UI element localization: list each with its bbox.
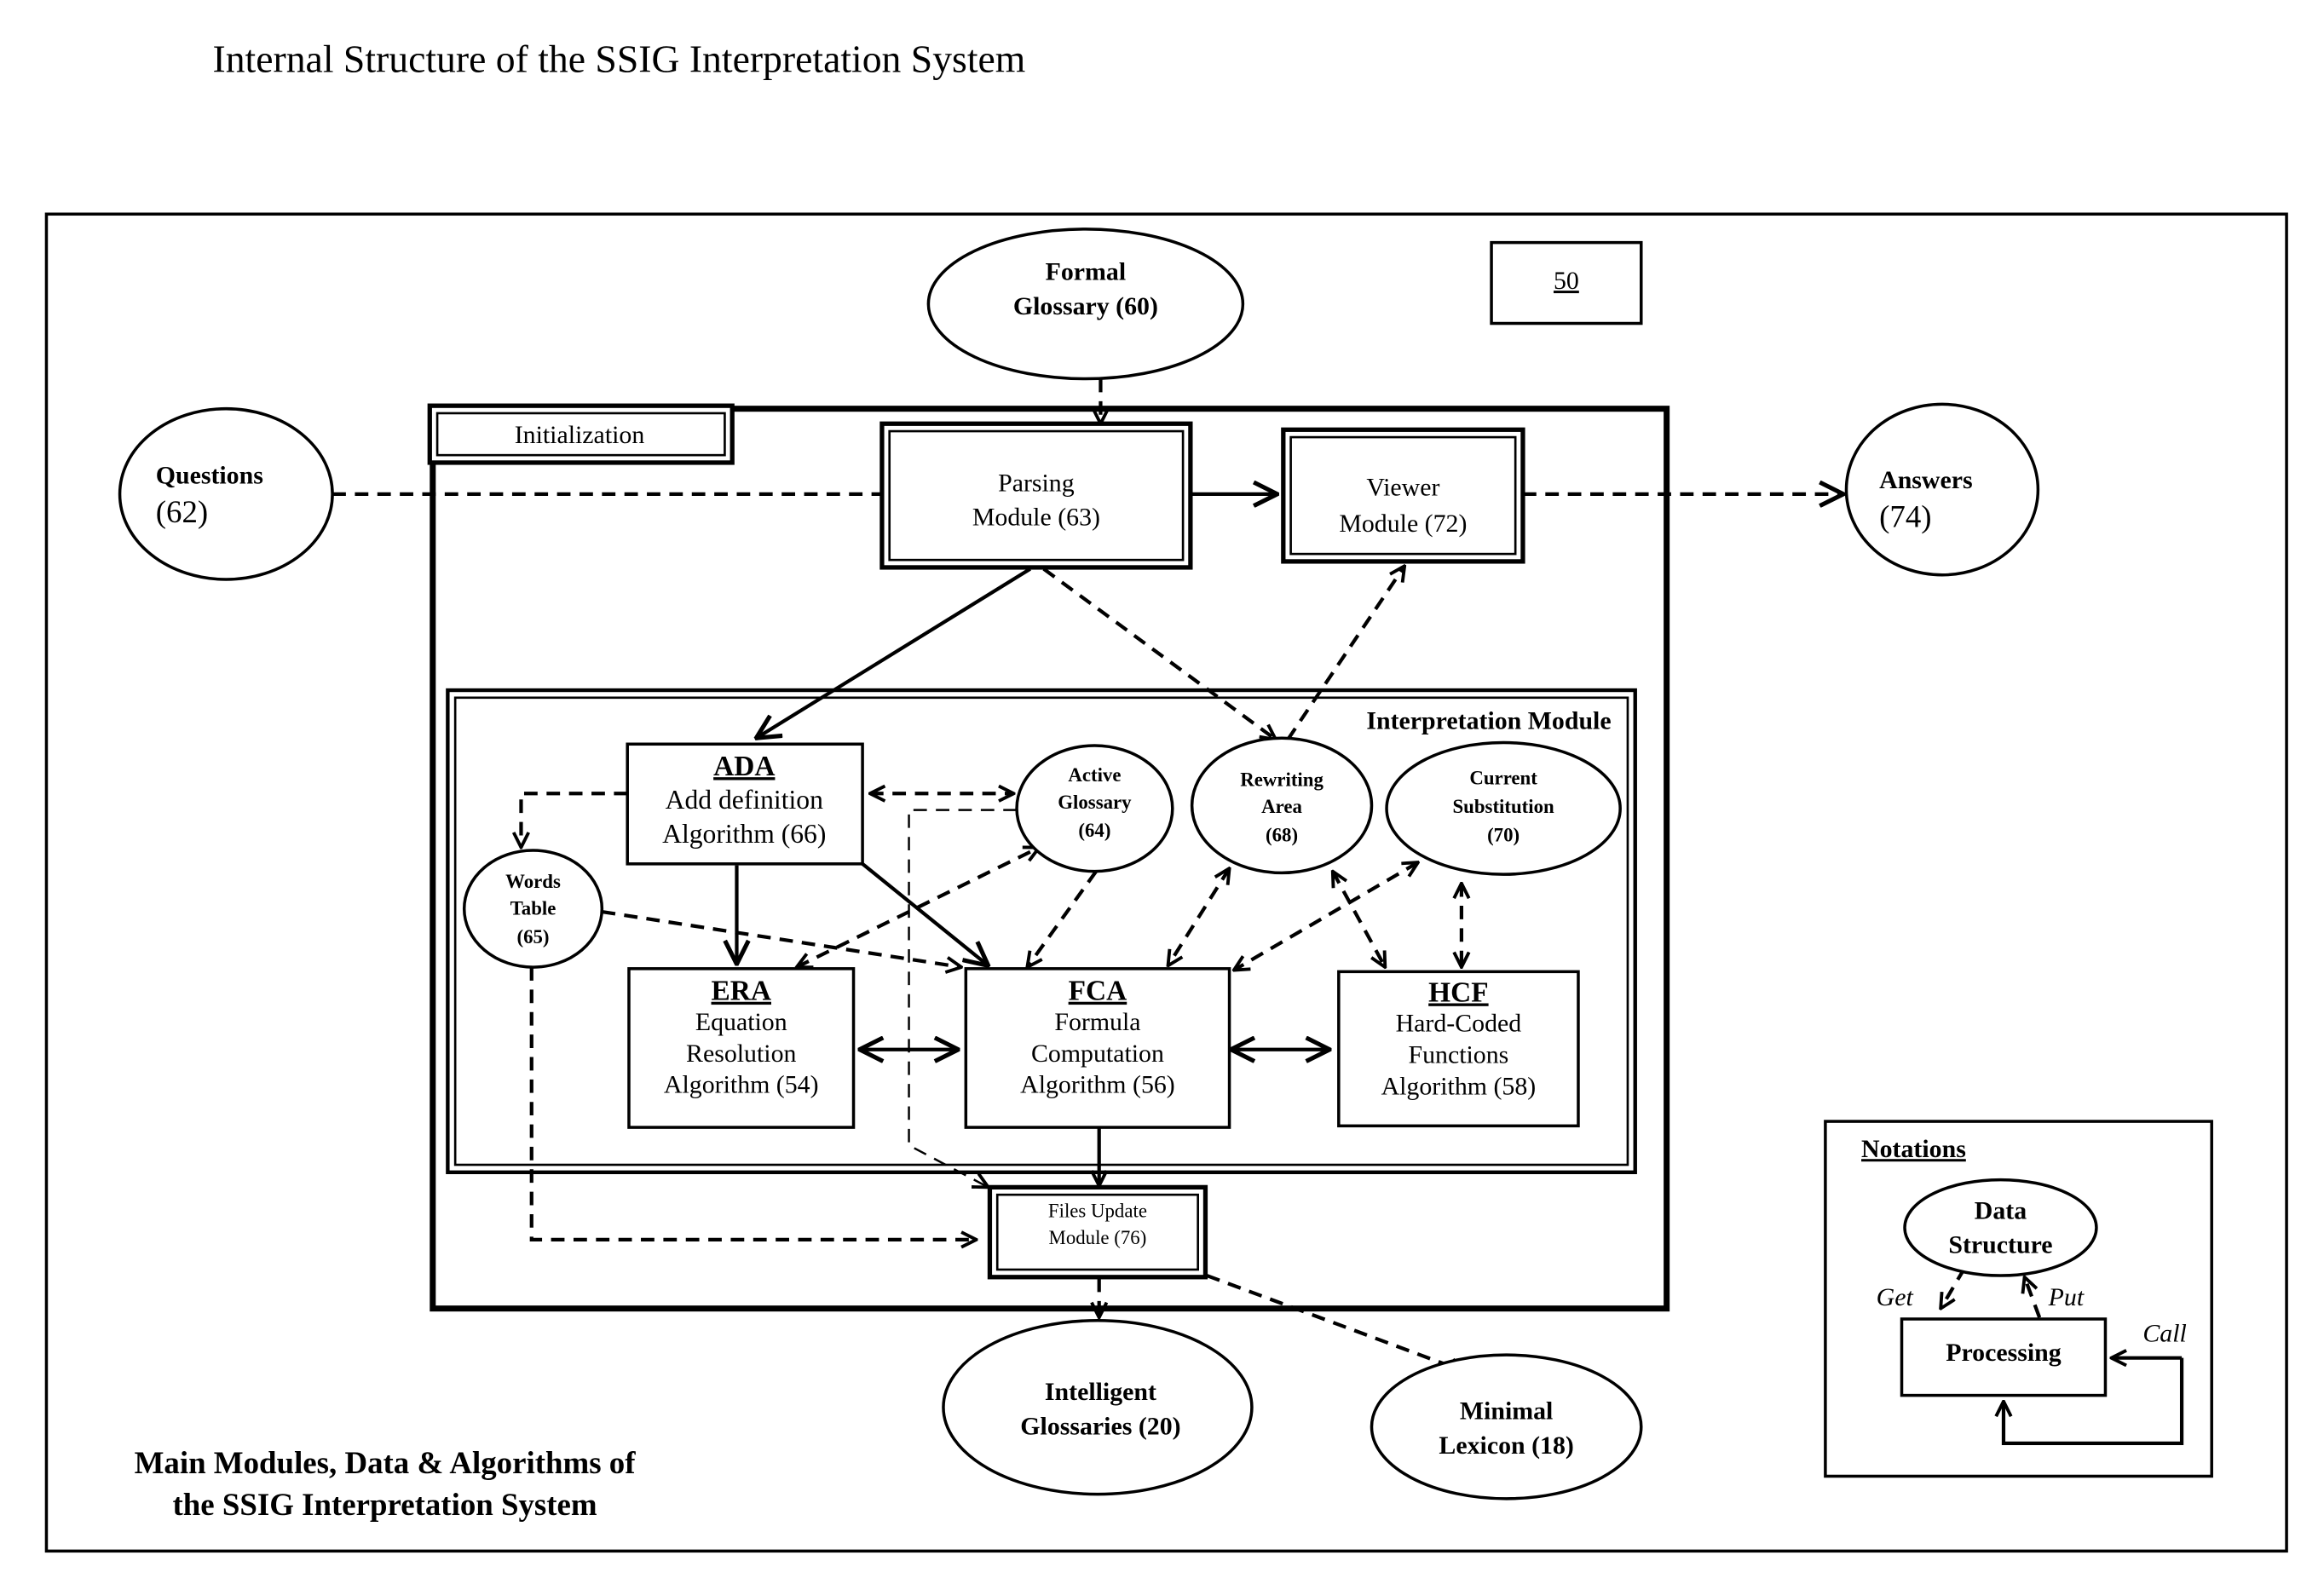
- node-ada[interactable]: ADA Add definition Algorithm (66): [626, 742, 864, 866]
- viewer-label-1: Viewer: [1366, 474, 1439, 502]
- edge-parsing-to-rewriting: [1042, 567, 1276, 740]
- legend-put-arrow: [2025, 1277, 2042, 1318]
- formal-glossary-label-1: Formal: [1046, 258, 1127, 286]
- node-formal-glossary[interactable]: Formal Glossary (60): [926, 228, 1245, 381]
- rewriting-area-label-3: (68): [1266, 824, 1298, 845]
- intelligent-glossaries-label-2: Glossaries (20): [1020, 1412, 1180, 1440]
- words-table-label-2: Table: [510, 898, 556, 919]
- rewriting-area-label-2: Area: [1261, 796, 1302, 817]
- words-table-label-3: (65): [516, 926, 549, 948]
- formal-glossary-label-2: Glossary (60): [1013, 292, 1158, 320]
- minimal-lexicon-label-1: Minimal: [1460, 1397, 1553, 1426]
- words-table-label-1: Words: [505, 871, 561, 892]
- rewriting-area-label-1: Rewriting: [1240, 769, 1323, 790]
- node-active-glossary[interactable]: Active Glossary (64): [1015, 744, 1174, 873]
- notations-title: Notations: [1861, 1135, 1966, 1163]
- fca-label-1: Formula: [1054, 1008, 1140, 1036]
- node-intelligent-glossaries[interactable]: Intelligent Glossaries (20): [942, 1318, 1254, 1496]
- active-glossary-label-3: (64): [1078, 820, 1110, 841]
- node-minimal-lexicon[interactable]: Minimal Lexicon (18): [1370, 1353, 1643, 1500]
- node-era[interactable]: ERA Equation Resolution Algorithm (54): [627, 967, 856, 1129]
- minimal-lexicon-label-2: Lexicon (18): [1439, 1431, 1573, 1460]
- caption-line-2: the SSIG Interpretation System: [172, 1487, 597, 1522]
- initialization-label: Initialization: [515, 421, 645, 449]
- figure-number-box: 50: [1490, 240, 1643, 325]
- current-substitution-label-3: (70): [1487, 824, 1520, 845]
- node-answers[interactable]: Answers (74): [1844, 402, 2040, 577]
- notations-legend: Notations Data Structure Processing Get …: [1824, 1120, 2213, 1478]
- files-update-label-1: Files Update: [1048, 1201, 1147, 1222]
- edge-words-table-to-fca: [602, 909, 961, 967]
- edge-parsing-to-ada: [756, 567, 1031, 739]
- edge-active-glossary-to-fca: [1027, 870, 1098, 967]
- page-title: Internal Structure of the SSIG Interpret…: [213, 37, 1026, 80]
- parsing-label-2: Module (63): [972, 504, 1100, 532]
- node-words-table[interactable]: Words Table (65): [462, 849, 604, 969]
- fca-label-3: Algorithm (56): [1020, 1071, 1175, 1099]
- initialization-tab: Initialization: [427, 403, 735, 465]
- parsing-label-1: Parsing: [998, 469, 1075, 497]
- era-label-2: Resolution: [686, 1040, 796, 1068]
- node-files-update-module[interactable]: Files Update Module (76): [987, 1184, 1208, 1280]
- questions-label-2: (62): [156, 494, 208, 530]
- hcf-abbr: HCF: [1428, 976, 1488, 1008]
- active-glossary-label-2: Glossary: [1058, 792, 1132, 813]
- fca-abbr: FCA: [1069, 976, 1127, 1007]
- legend-get-arrow: [1941, 1267, 1967, 1308]
- node-rewriting-area[interactable]: Rewriting Area (68): [1190, 736, 1374, 875]
- ada-label-2: Algorithm (66): [662, 819, 826, 849]
- hcf-label-1: Hard-Coded: [1396, 1010, 1522, 1038]
- interpretation-module-label: Interpretation Module: [1366, 707, 1611, 735]
- hcf-label-2: Functions: [1409, 1041, 1509, 1069]
- era-abbr: ERA: [712, 976, 771, 1007]
- current-substitution-label-2: Substitution: [1452, 796, 1554, 817]
- node-current-substitution[interactable]: Current Substitution (70): [1385, 740, 1622, 876]
- ada-abbr: ADA: [713, 751, 775, 782]
- edge-ada-to-fca: [861, 862, 989, 965]
- answers-label-1: Answers: [1879, 466, 1972, 494]
- legend-processing: Processing: [1900, 1317, 2108, 1397]
- ada-label-1: Add definition: [666, 785, 823, 815]
- era-label-3: Algorithm (54): [664, 1071, 819, 1099]
- legend-data-structure: Data Structure: [1903, 1178, 2098, 1277]
- intelligent-glossaries-label-1: Intelligent: [1045, 1378, 1156, 1406]
- questions-label-1: Questions: [156, 462, 263, 490]
- legend-data-structure-label-2: Structure: [1948, 1231, 2052, 1259]
- answers-label-2: (74): [1879, 498, 1931, 534]
- legend-processing-label: Processing: [1946, 1339, 2062, 1367]
- figure-number: 50: [1554, 267, 1579, 295]
- current-substitution-label-1: Current: [1469, 768, 1537, 789]
- node-parsing-module[interactable]: Parsing Module (63): [879, 421, 1193, 570]
- files-update-label-2: Module (76): [1049, 1227, 1147, 1248]
- caption-line-1: Main Modules, Data & Algorithms of: [135, 1445, 637, 1480]
- era-label-1: Equation: [695, 1008, 787, 1036]
- edge-rewriting-fca: [1168, 868, 1230, 965]
- legend-get-label: Get: [1877, 1283, 1914, 1311]
- legend-put-label: Put: [2048, 1283, 2085, 1311]
- node-hcf[interactable]: HCF Hard-Coded Functions Algorithm (58): [1337, 970, 1580, 1128]
- node-viewer-module[interactable]: Viewer Module (72): [1281, 427, 1525, 564]
- edge-current-substitution-fca: [1234, 862, 1418, 971]
- legend-data-structure-label-1: Data: [1975, 1196, 2027, 1224]
- node-fca[interactable]: FCA Formula Computation Algorithm (56): [964, 967, 1231, 1129]
- hcf-label-3: Algorithm (58): [1381, 1072, 1537, 1100]
- diagram-canvas: Internal Structure of the SSIG Interpret…: [44, 37, 2288, 1553]
- node-questions[interactable]: Questions (62): [118, 406, 334, 581]
- viewer-label-2: Module (72): [1339, 510, 1467, 538]
- active-glossary-label-1: Active: [1068, 764, 1121, 786]
- legend-call-label: Call: [2142, 1319, 2186, 1347]
- edge-ada-to-words-table: [521, 792, 628, 847]
- fca-label-2: Computation: [1031, 1040, 1164, 1068]
- edge-files-update-to-minimal-lexicon: [1206, 1274, 1464, 1371]
